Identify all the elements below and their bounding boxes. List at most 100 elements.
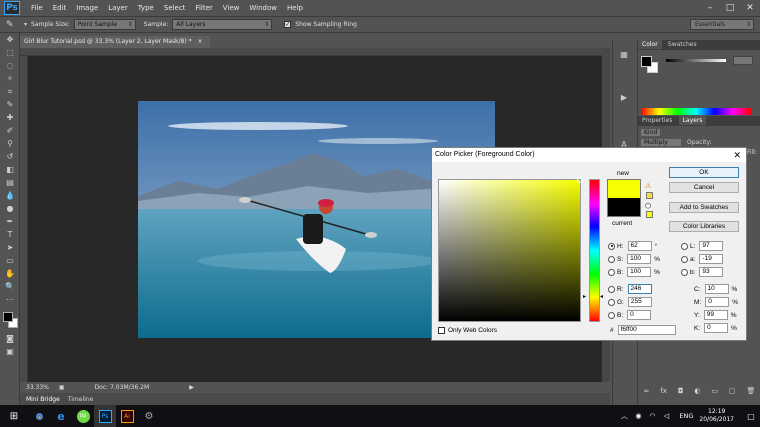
lightness-radio[interactable]: [681, 242, 688, 250]
menu-file[interactable]: File: [26, 0, 48, 16]
menu-filter[interactable]: Filter: [190, 0, 217, 16]
menu-select[interactable]: Select: [159, 0, 191, 16]
panel-fg-swatch[interactable]: [641, 56, 652, 67]
hex-input[interactable]: f6ff00: [617, 325, 676, 335]
color-slider[interactable]: [666, 59, 726, 62]
clone-stamp-tool-icon[interactable]: ⚲: [0, 137, 20, 150]
clock[interactable]: 12:19 20/06/2017: [699, 408, 734, 424]
blue-input[interactable]: 0: [627, 310, 652, 320]
web-colors-checkbox[interactable]: [438, 326, 445, 334]
new-layer-icon[interactable]: ▢: [729, 387, 736, 395]
shape-tool-icon[interactable]: ▭: [0, 254, 20, 267]
history-brush-tool-icon[interactable]: ↺: [0, 150, 20, 163]
color-swatches[interactable]: [0, 310, 19, 332]
volume-icon[interactable]: ◁: [659, 405, 673, 427]
menu-edit[interactable]: Edit: [48, 0, 72, 16]
quick-mask-icon[interactable]: ◙: [0, 332, 20, 345]
sample-select[interactable]: All Layers: [172, 19, 273, 30]
hue-input[interactable]: 62: [627, 241, 652, 251]
field-picker-handle[interactable]: [577, 177, 583, 183]
current-color-swatch[interactable]: [607, 198, 641, 217]
brightness-input[interactable]: 100: [627, 267, 652, 277]
yellow-input[interactable]: 99: [703, 310, 728, 320]
tab-timeline[interactable]: Timeline: [68, 396, 94, 403]
dodge-tool-icon[interactable]: ●: [0, 202, 20, 215]
zoom-level[interactable]: 33.33%: [26, 384, 49, 391]
red-input[interactable]: 246: [627, 284, 652, 294]
magenta-input[interactable]: 0: [705, 297, 730, 307]
more-tools-icon[interactable]: ⋯: [0, 293, 20, 306]
eyedropper-tool-icon[interactable]: ✎: [0, 98, 20, 111]
hue-radio[interactable]: [608, 242, 615, 250]
chrome-icon[interactable]: [28, 405, 50, 427]
actions-panel-icon[interactable]: ▶: [613, 91, 635, 104]
tab-layers[interactable]: Layers: [678, 116, 707, 125]
add-mask-icon[interactable]: ◘: [678, 387, 684, 395]
marquee-tool-icon[interactable]: ⬚: [0, 46, 20, 59]
windows-start-icon[interactable]: ⊞: [0, 405, 28, 427]
foreground-color-swatch[interactable]: [3, 312, 13, 322]
upwork-icon[interactable]: Up: [72, 405, 94, 427]
path-select-tool-icon[interactable]: ➤: [0, 241, 20, 254]
new-group-icon[interactable]: ▭: [711, 387, 718, 395]
blue-radio[interactable]: [608, 311, 615, 319]
color-libraries-button[interactable]: Color Libraries: [669, 221, 739, 232]
maximize-button[interactable]: □: [720, 0, 740, 16]
menu-window[interactable]: Window: [244, 0, 282, 16]
black-input[interactable]: 0: [704, 323, 729, 333]
lab-b-input[interactable]: 93: [699, 267, 724, 277]
photoshop-taskbar-icon[interactable]: Ps: [94, 405, 116, 427]
web-safe-color-swatch[interactable]: [646, 211, 653, 218]
document-close-icon[interactable]: ×: [198, 38, 203, 45]
eraser-tool-icon[interactable]: ◧: [0, 163, 20, 176]
menu-type[interactable]: Type: [133, 0, 159, 16]
tab-mini-bridge[interactable]: Mini Bridge: [26, 396, 60, 403]
pen-tool-icon[interactable]: ✒: [0, 215, 20, 228]
hue-slider-right-arrow-icon[interactable]: ◂: [600, 293, 603, 300]
workspace-select[interactable]: Essentials: [690, 19, 754, 30]
web-safe-warning-icon[interactable]: ⬡: [645, 202, 651, 210]
cyan-input[interactable]: 10: [704, 284, 729, 294]
network-icon[interactable]: ◉: [631, 405, 645, 427]
type-tool-icon[interactable]: T: [0, 228, 20, 241]
document-tab[interactable]: Girl Blur Tutorial.psd @ 33.3% (Layer 2,…: [20, 36, 210, 48]
lab-a-input[interactable]: -19: [699, 254, 724, 264]
crop-tool-icon[interactable]: ⌗: [0, 85, 20, 98]
tab-swatches[interactable]: Swatches: [664, 40, 701, 49]
add-to-swatches-button[interactable]: Add to Swatches: [669, 202, 739, 213]
minimize-button[interactable]: –: [700, 0, 720, 16]
red-radio[interactable]: [608, 285, 615, 293]
zoom-tool-icon[interactable]: 🔍: [0, 280, 20, 293]
layer-style-icon[interactable]: fx: [660, 387, 667, 395]
saturation-input[interactable]: 100: [627, 254, 652, 264]
move-tool-icon[interactable]: ✥: [0, 33, 20, 46]
saturation-radio[interactable]: [608, 255, 615, 263]
link-layers-icon[interactable]: ∞: [643, 387, 649, 395]
hue-slider[interactable]: [589, 179, 600, 322]
notifications-icon[interactable]: ▢: [742, 405, 760, 427]
tray-expand-icon[interactable]: ︿: [617, 405, 631, 427]
color-spectrum[interactable]: [641, 108, 751, 115]
green-input[interactable]: 255: [627, 297, 652, 307]
delete-layer-icon[interactable]: 🗑: [747, 387, 756, 395]
show-sampling-ring-checkbox[interactable]: ✓: [284, 21, 292, 28]
hand-tool-icon[interactable]: ✋: [0, 267, 20, 280]
menu-view[interactable]: View: [218, 0, 245, 16]
cancel-button[interactable]: Cancel: [669, 182, 739, 193]
status-arrow-icon[interactable]: ▶: [189, 384, 194, 391]
tab-color[interactable]: Color: [638, 40, 662, 49]
layer-kind-filter[interactable]: Kind: [641, 129, 661, 136]
brightness-radio[interactable]: [608, 268, 615, 276]
edge-icon[interactable]: e: [50, 405, 72, 427]
gradient-tool-icon[interactable]: ▤: [0, 176, 20, 189]
status-menu-icon[interactable]: ▣: [59, 384, 65, 391]
language-indicator[interactable]: ENG: [679, 412, 693, 420]
gamut-color-swatch[interactable]: [646, 192, 653, 199]
eyedropper-tool-icon[interactable]: ✎: [6, 20, 20, 30]
lab-a-radio[interactable]: [681, 255, 688, 263]
quick-select-tool-icon[interactable]: ✧: [0, 72, 20, 85]
sample-size-select[interactable]: Point Sample: [73, 19, 136, 30]
out-of-gamut-warning-icon[interactable]: ⚠: [645, 182, 651, 190]
color-value-field[interactable]: [733, 56, 753, 65]
wifi-icon[interactable]: ◠: [645, 405, 659, 427]
